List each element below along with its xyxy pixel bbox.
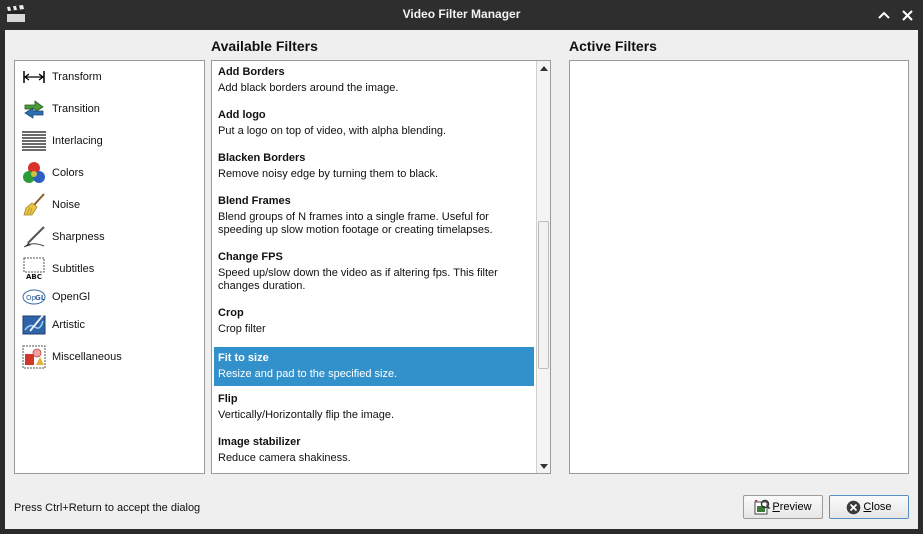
filter-item[interactable]: Change FPS Speed up/slow down the video …: [214, 246, 534, 297]
preview-button[interactable]: Preview: [743, 495, 823, 519]
filter-name: Image stabilizer: [218, 436, 301, 448]
active-filters-heading: Active Filters: [569, 38, 657, 54]
dialog-body: Transform Transition Interlacing Colors …: [5, 30, 918, 529]
chevron-up-icon: [878, 11, 890, 19]
category-item-colors[interactable]: Colors: [21, 159, 84, 187]
filter-item-selected[interactable]: Fit to size Resize and pad to the specif…: [214, 347, 534, 386]
close-button[interactable]: Close: [829, 495, 909, 519]
miscellaneous-icon: [21, 345, 46, 370]
category-label: Sharpness: [52, 231, 105, 243]
category-item-opengl[interactable]: Op GL OpenGl: [21, 283, 90, 311]
filter-item[interactable]: Flip Vertically/Horizontally flip the im…: [214, 388, 534, 426]
preview-label: Preview: [772, 501, 812, 513]
close-icon: [901, 9, 913, 21]
filter-item[interactable]: Add Borders Add black borders around the…: [214, 61, 534, 99]
scrollbar-thumb[interactable]: [538, 221, 549, 369]
category-item-miscellaneous[interactable]: Miscellaneous: [21, 343, 122, 371]
filter-name: Change FPS: [218, 251, 283, 263]
maximize-button[interactable]: [874, 5, 894, 25]
transform-icon: [21, 65, 46, 90]
category-item-transition[interactable]: Transition: [21, 95, 100, 123]
category-label: OpenGl: [52, 291, 90, 303]
cancel-icon: [846, 500, 861, 515]
window-title: Video Filter Manager: [402, 7, 521, 21]
filter-description: Crop filter: [218, 323, 266, 335]
filter-item[interactable]: Blacken Borders Remove noisy edge by tur…: [214, 147, 534, 185]
accept-hint: Press Ctrl+Return to accept the dialog: [14, 502, 201, 514]
svg-text:ABC: ABC: [26, 273, 42, 281]
category-label: Transition: [52, 103, 100, 115]
filter-description: Add black borders around the image.: [218, 82, 399, 94]
artistic-icon: [21, 313, 46, 338]
category-label: Subtitles: [52, 263, 95, 275]
filter-name: Flip: [218, 393, 238, 405]
category-item-noise[interactable]: Noise: [21, 191, 80, 219]
filter-description: Speed up/slow down the video as if alter…: [218, 267, 498, 292]
filter-description: Blend groups of N frames into a single f…: [218, 211, 493, 236]
category-label: Interlacing: [52, 135, 103, 147]
available-filters-list[interactable]: Add Borders Add black borders around the…: [211, 60, 551, 474]
filter-name: Blend Frames: [218, 195, 291, 207]
category-label: Colors: [52, 167, 84, 179]
scroll-up-arrow-icon[interactable]: [537, 62, 550, 74]
filter-name: Fit to size: [218, 352, 269, 364]
category-list[interactable]: Transform Transition Interlacing Colors …: [14, 60, 205, 474]
available-filters-heading: Available Filters: [211, 38, 318, 54]
category-label: Noise: [52, 199, 81, 211]
filter-description: Resize and pad to the specified size.: [218, 368, 398, 380]
scrollbar-track[interactable]: [538, 75, 549, 459]
vertical-scrollbar[interactable]: [536, 61, 550, 473]
subtitles-icon: ABC: [21, 257, 46, 282]
close-window-button[interactable]: [897, 5, 917, 25]
preview-icon: [754, 499, 771, 515]
category-label: Transform: [52, 71, 102, 83]
category-item-artistic[interactable]: Artistic: [21, 311, 85, 339]
filter-description: Remove noisy edge by turning them to bla…: [218, 168, 439, 180]
filter-description: Vertically/Horizontally flip the image.: [218, 409, 395, 421]
broom-icon: [21, 193, 46, 218]
filter-item[interactable]: Image stabilizer Reduce camera shakiness…: [214, 431, 534, 469]
filter-description: Put a logo on top of video, with alpha b…: [218, 125, 447, 137]
filter-name: Add logo: [218, 109, 266, 121]
category-item-subtitles[interactable]: ABC Subtitles: [21, 255, 94, 283]
sharpness-icon: [21, 225, 46, 250]
interlacing-icon: [21, 129, 46, 154]
active-filters-list[interactable]: [569, 60, 909, 474]
close-label: Close: [863, 501, 892, 513]
scroll-down-arrow-icon[interactable]: [537, 460, 550, 472]
category-label: Artistic: [52, 319, 85, 331]
category-item-interlacing[interactable]: Interlacing: [21, 127, 103, 155]
category-item-sharpness[interactable]: Sharpness: [21, 223, 105, 251]
category-item-transform[interactable]: Transform: [21, 63, 102, 91]
filter-name: Crop: [218, 307, 244, 319]
filter-item[interactable]: Add logo Put a logo on top of video, wit…: [214, 104, 534, 142]
svg-text:GL: GL: [35, 294, 46, 302]
filter-name: Add Borders: [218, 66, 285, 78]
colors-icon: [21, 161, 46, 186]
filter-name: Blacken Borders: [218, 152, 306, 164]
category-label: Miscellaneous: [52, 351, 122, 363]
title-bar: Video Filter Manager: [0, 0, 923, 30]
transition-icon: [21, 97, 46, 122]
filter-description: Reduce camera shakiness.: [218, 452, 351, 464]
filter-item[interactable]: Blend Frames Blend groups of N frames in…: [214, 190, 534, 241]
opengl-icon: Op GL: [21, 285, 46, 310]
filter-item[interactable]: Crop Crop filter: [214, 302, 534, 340]
